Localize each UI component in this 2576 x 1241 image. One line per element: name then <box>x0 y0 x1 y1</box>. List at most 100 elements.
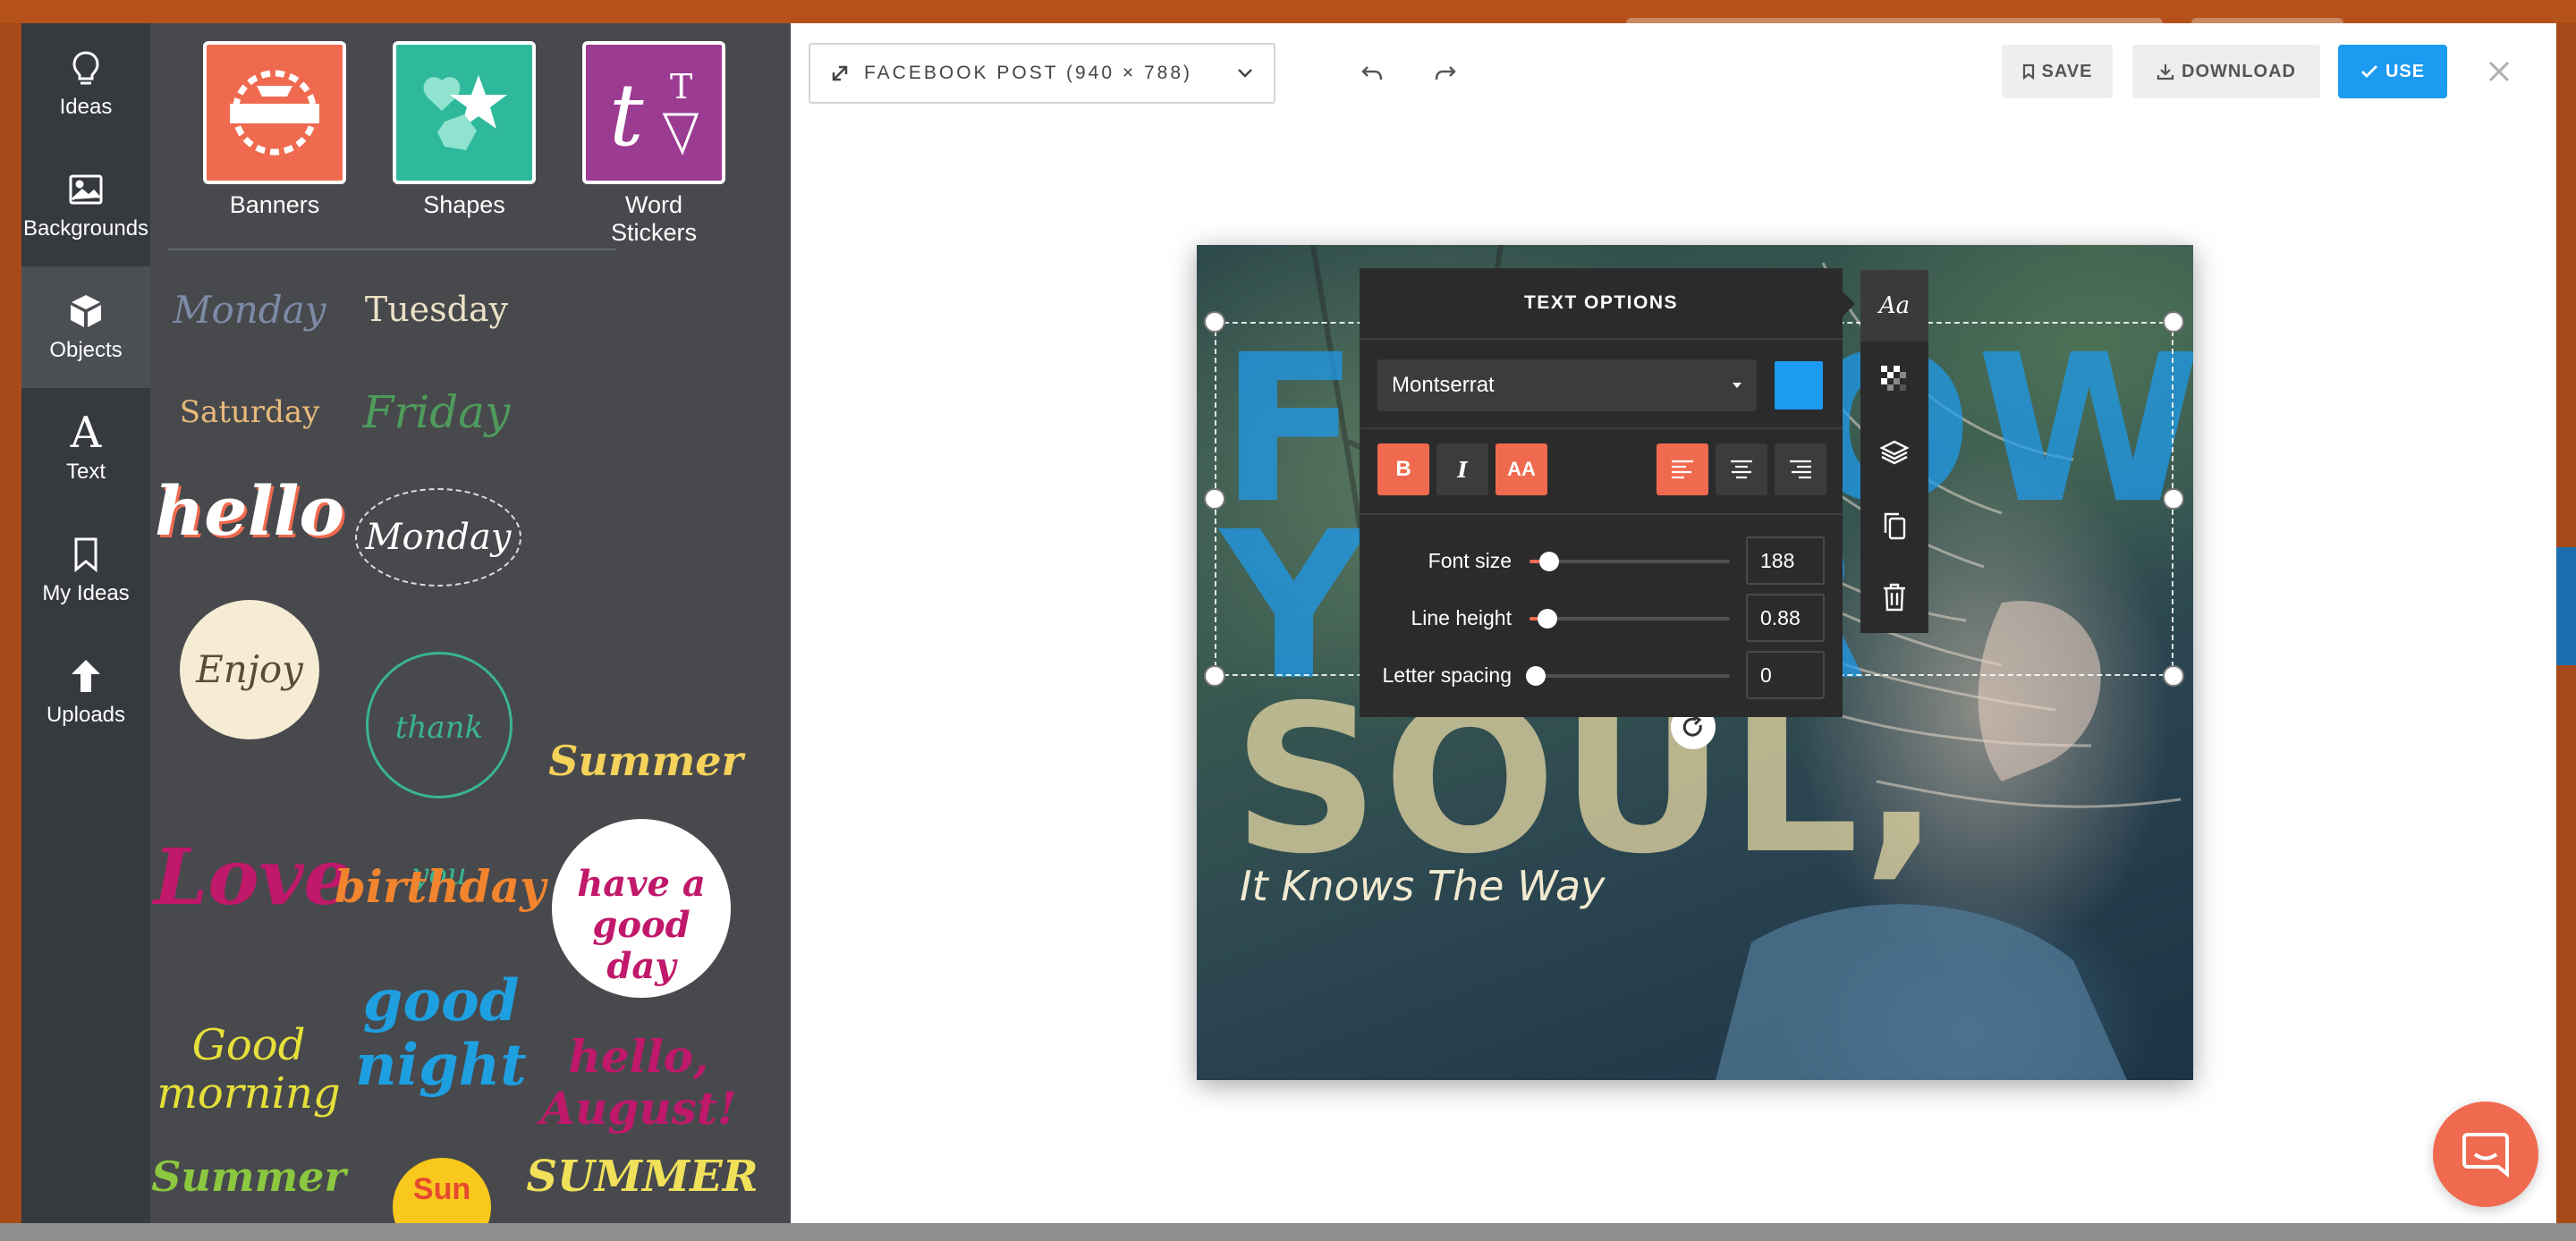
sticker-text: hello <box>154 470 345 551</box>
category-label: Shapes <box>423 191 505 218</box>
sticker-item[interactable]: hello, August! <box>540 1007 737 1159</box>
resize-handle-left[interactable] <box>1204 488 1225 510</box>
sticker-text: Summer <box>151 1152 346 1201</box>
align-right-icon <box>1790 460 1811 479</box>
sticker-item[interactable]: SUMMER <box>526 1141 758 1212</box>
nav-item-backgrounds[interactable]: Backgrounds <box>21 145 150 266</box>
letter-spacing-label: Letter spacing <box>1382 663 1512 687</box>
transparency-tool[interactable] <box>1860 343 1928 415</box>
font-style-tool[interactable]: Aa <box>1860 270 1928 342</box>
sticker-text: Enjoy <box>180 600 319 739</box>
resize-handle-right[interactable] <box>2163 488 2184 510</box>
font-size-input[interactable]: 188 <box>1746 536 1825 585</box>
sticker-item[interactable]: hello <box>155 452 344 569</box>
sticker-item[interactable]: Summer <box>151 1141 346 1212</box>
sticker-item[interactable]: Monday <box>165 274 335 345</box>
image-icon <box>69 174 103 205</box>
panel-pointer <box>1843 291 1855 317</box>
bookmark-icon <box>2022 63 2034 80</box>
sticker-text: Saturday <box>179 394 320 430</box>
font-family-value: Montserrat <box>1392 373 1495 397</box>
sticker-item[interactable]: have a good day <box>547 810 735 1007</box>
category-word-stickers[interactable]: t T Word Stickers <box>580 41 728 247</box>
sticker-text: birthday <box>334 859 547 913</box>
svg-text:T: T <box>670 67 692 106</box>
tagline-text[interactable]: It Knows The Way <box>1240 862 1605 910</box>
resize-handle-top-right[interactable] <box>2163 311 2184 333</box>
duplicate-icon <box>1884 512 1906 540</box>
sticker-text: have a good day <box>552 819 731 998</box>
nav-label-objects: Objects <box>49 338 123 362</box>
align-right-button[interactable] <box>1775 443 1826 495</box>
bookmark-icon <box>74 537 97 573</box>
sticker-item[interactable]: thank you <box>363 649 515 892</box>
line-height-slider[interactable] <box>1530 609 1730 629</box>
redo-button[interactable] <box>1426 54 1465 93</box>
rotate-icon <box>1682 714 1702 737</box>
nav-item-objects[interactable]: Objects <box>21 266 150 388</box>
divider <box>1360 513 1843 515</box>
backdrop-footer <box>0 1223 2576 1241</box>
nav-label-uploads: Uploads <box>46 703 126 727</box>
word-sticker-icon: t T <box>609 65 699 165</box>
sticker-item[interactable]: Enjoy <box>175 595 324 744</box>
sticker-item[interactable]: Love <box>154 774 353 980</box>
bold-button[interactable]: B <box>1377 443 1429 495</box>
sticker-item[interactable]: birthday <box>335 837 546 935</box>
resize-handle-bottom-right[interactable] <box>2163 665 2184 687</box>
undo-button[interactable] <box>1352 54 1392 93</box>
sticker-item[interactable]: Friday <box>347 372 526 452</box>
nav-item-ideas[interactable]: Ideas <box>21 23 150 145</box>
sticker-item[interactable]: good night <box>347 944 535 1123</box>
category-banners[interactable]: Banners <box>200 41 349 219</box>
layers-icon <box>1879 440 1910 465</box>
category-shapes[interactable]: Shapes <box>390 41 538 219</box>
backdrop-header <box>0 0 2576 23</box>
resize-handle-top-left[interactable] <box>1204 311 1225 333</box>
shapes-tile <box>393 41 536 184</box>
nav-label-text: Text <box>65 460 106 484</box>
nav-item-uploads[interactable]: Uploads <box>21 631 150 753</box>
slider-knob[interactable] <box>1538 609 1558 629</box>
uppercase-button[interactable]: AA <box>1496 443 1547 495</box>
slider-knob[interactable] <box>1525 666 1546 686</box>
align-center-button[interactable] <box>1716 443 1767 495</box>
sticker-text: SUMMER <box>526 1152 758 1202</box>
download-button[interactable]: DOWNLOAD <box>2132 45 2320 98</box>
line-height-input[interactable]: 0.88 <box>1746 594 1825 642</box>
font-family-dropdown[interactable]: Montserrat <box>1377 359 1757 411</box>
sticker-text: thank you <box>366 652 513 892</box>
sticker-item[interactable]: Good morning <box>157 1007 340 1132</box>
nav-item-my-ideas[interactable]: My Ideas <box>21 510 150 631</box>
letter-spacing-input[interactable]: 0 <box>1746 651 1825 699</box>
font-size-slider[interactable] <box>1530 552 1730 571</box>
italic-button[interactable]: I <box>1436 443 1488 495</box>
lightbulb-icon <box>72 51 99 85</box>
slider-knob[interactable] <box>1539 552 1560 571</box>
sticker-text: Friday <box>362 386 511 438</box>
resize-handle-bottom-left[interactable] <box>1204 665 1225 687</box>
nav-item-text[interactable]: A Text <box>21 388 150 510</box>
text-color-swatch[interactable] <box>1775 361 1823 409</box>
backdrop-feedback-tab <box>2556 547 2576 665</box>
sticker-text: Summer <box>548 737 743 785</box>
letter-spacing-slider[interactable] <box>1525 666 1730 686</box>
sticker-item[interactable]: Summer <box>548 721 743 801</box>
sticker-item[interactable]: Monday <box>349 470 528 604</box>
align-left-button[interactable] <box>1657 443 1708 495</box>
chat-support-button[interactable] <box>2433 1102 2538 1207</box>
line-height-label: Line height <box>1411 606 1512 629</box>
close-button[interactable] <box>2479 52 2519 91</box>
save-label: SAVE <box>2041 61 2093 81</box>
sticker-item[interactable]: Saturday <box>165 381 335 443</box>
sticker-text: good night <box>355 967 527 1099</box>
category-label: Banners <box>229 191 320 218</box>
use-button[interactable]: USE <box>2338 45 2447 98</box>
save-button[interactable]: SAVE <box>2002 45 2113 98</box>
delete-tool[interactable] <box>1860 561 1928 633</box>
sticker-item[interactable]: Sun <box>361 1158 522 1223</box>
canvas-size-dropdown[interactable]: FACEBOOK POST (940 × 788) <box>809 43 1275 104</box>
duplicate-tool[interactable] <box>1860 490 1928 561</box>
layers-tool[interactable] <box>1860 417 1928 488</box>
sticker-item[interactable]: Tuesday <box>347 274 526 345</box>
